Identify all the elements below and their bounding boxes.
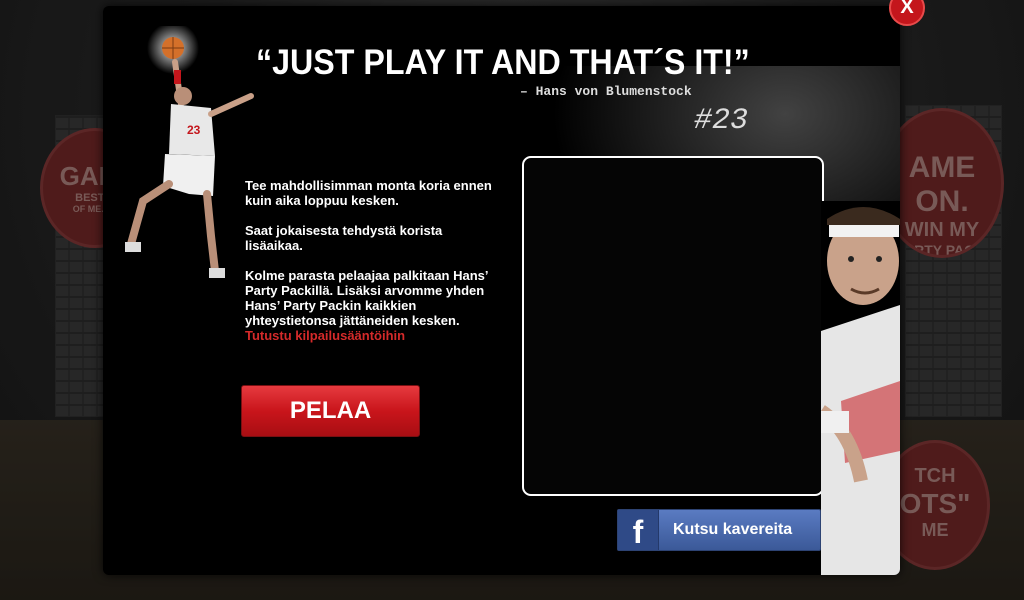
instructions-paragraph-1: Tee mahdollisimman monta koria ennen kui…	[245, 178, 492, 208]
game-instructions: Tee mahdollisimman monta koria ennen kui…	[245, 178, 495, 343]
facebook-icon: f	[618, 510, 659, 550]
quote-author: – Hans von Blumenstock	[520, 84, 692, 99]
svg-text:23: 23	[187, 123, 201, 137]
invite-friends-label: Kutsu kavereita	[673, 521, 793, 538]
play-button[interactable]: PELAA	[241, 385, 420, 437]
game-modal: “JUST PLAY IT AND THAT´S IT!” – Hans von…	[103, 6, 900, 575]
contest-rules-link[interactable]: Tutustu kilpailusääntöihin	[245, 328, 405, 343]
invite-friends-button[interactable]: f Kutsu kavereita	[617, 509, 821, 551]
headline-quote: “JUST PLAY IT AND THAT´S IT!”	[256, 43, 750, 82]
instructions-paragraph-3: Kolme parasta pelaajaa palkitaan Hans’ P…	[245, 268, 488, 328]
close-icon: X	[900, 0, 914, 18]
instructions-paragraph-2: Saat jokaisesta tehdystä korista lisäaik…	[245, 223, 443, 253]
player-portrait-illustration	[821, 201, 900, 575]
jersey-number: #23	[694, 104, 749, 138]
game-area[interactable]	[522, 156, 824, 496]
